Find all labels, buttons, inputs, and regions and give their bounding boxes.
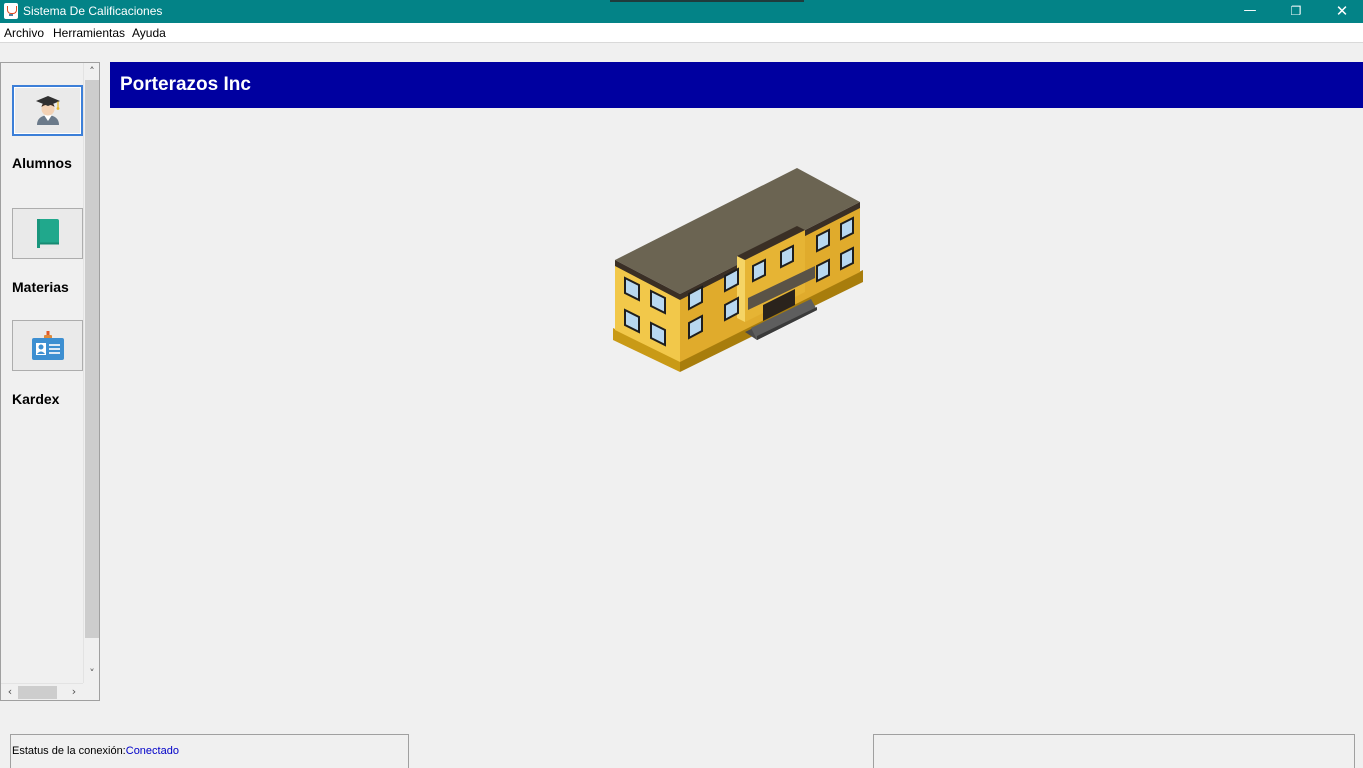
alumnos-label: Alumnos (12, 155, 72, 171)
connection-status-panel: Estatus de la conexión:Conectado (10, 734, 409, 768)
connection-status-caption: Estatus de la conexión: (12, 745, 126, 757)
menu-bar: Archivo Herramientas Ayuda (0, 23, 1363, 43)
vertical-scrollbar[interactable]: ˄ ˅ (83, 63, 99, 683)
maximize-button[interactable]: ❐ (1273, 0, 1319, 23)
kardex-label: Kardex (12, 391, 60, 407)
menu-ayuda[interactable]: Ayuda (132, 26, 166, 40)
status-panel-right (873, 734, 1355, 768)
materias-label: Materias (12, 279, 69, 295)
scroll-left-arrow[interactable]: ‹ (2, 684, 18, 700)
id-card-icon (31, 330, 64, 360)
company-name: Porterazos Inc (120, 74, 251, 95)
scroll-up-arrow[interactable]: ˄ (84, 64, 100, 80)
kardex-button[interactable] (12, 320, 83, 371)
school-building-icon (613, 168, 863, 372)
window-titlebar: Sistema De Calificaciones — ❐ ✕ (0, 0, 1363, 23)
materias-button[interactable] (12, 208, 83, 259)
scroll-right-arrow[interactable]: › (66, 684, 82, 700)
scroll-down-arrow[interactable]: ˅ (84, 666, 100, 682)
menu-herramientas[interactable]: Herramientas (53, 26, 125, 40)
header-banner: Porterazos Inc (110, 62, 1363, 108)
java-app-icon (4, 3, 18, 19)
window-title: Sistema De Calificaciones (23, 4, 163, 18)
student-icon (35, 95, 60, 125)
menu-archivo[interactable]: Archivo (4, 26, 44, 40)
titlebar-strip (610, 0, 804, 2)
minimize-button[interactable]: — (1227, 0, 1273, 23)
connection-status-value: Conectado (125, 745, 179, 757)
connection-status-label: Estatus de la conexión:Conectado (12, 745, 179, 757)
horizontal-scroll-thumb[interactable] (18, 686, 57, 699)
horizontal-scrollbar[interactable]: ‹ › (1, 683, 83, 700)
book-icon (36, 218, 59, 249)
vertical-scroll-thumb[interactable] (85, 80, 99, 638)
alumnos-button[interactable] (12, 85, 83, 136)
close-button[interactable]: ✕ (1319, 0, 1363, 23)
side-nav-panel: Alumnos Materias Kardex ˄ ˅ ‹ › (0, 62, 100, 701)
